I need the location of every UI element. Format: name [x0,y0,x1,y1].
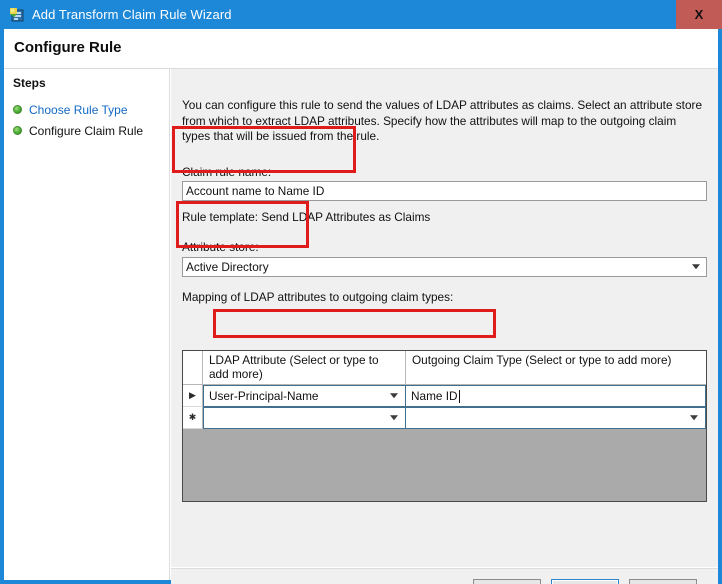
grid-header-ldap-attribute[interactable]: LDAP Attribute (Select or type to add mo… [203,351,406,384]
close-button[interactable]: X [676,0,722,29]
footer-bar: < Previous Finish Cancel [171,568,718,584]
mapping-label: Mapping of LDAP attributes to outgoing c… [182,290,454,304]
cell-outgoing-claim-type[interactable] [406,407,706,429]
grid-header-row: LDAP Attribute (Select or type to add mo… [183,351,706,385]
steps-list: Choose Rule Type Configure Claim Rule [13,99,163,141]
grid-empty-area [183,429,706,501]
cancel-button[interactable]: Cancel [629,579,697,584]
cell-ldap-attribute[interactable] [203,407,406,429]
window-body: Configure Rule Steps Choose Rule Type Co… [4,29,718,584]
wizard-icon [9,7,25,23]
step-bullet-icon [13,126,22,135]
page-header: Configure Rule [4,29,718,69]
mapping-grid[interactable]: LDAP Attribute (Select or type to add mo… [182,350,707,502]
table-row[interactable]: ▶ User-Principal-Name Name ID [183,385,706,407]
table-row[interactable]: ✱ [183,407,706,429]
title-bar: Add Transform Claim Rule Wizard X [0,0,722,29]
cell-ldap-attribute-value: User-Principal-Name [209,389,319,403]
cell-ldap-attribute[interactable]: User-Principal-Name [203,385,406,407]
wizard-window: Add Transform Claim Rule Wizard X Config… [0,0,722,584]
finish-button[interactable]: Finish [551,579,619,584]
steps-heading: Steps [13,76,46,90]
grid-header-outgoing-claim-type[interactable]: Outgoing Claim Type (Select or type to a… [406,351,706,384]
content-panel: You can configure this rule to send the … [171,69,718,567]
cell-outgoing-claim-type[interactable]: Name ID [406,385,706,407]
rule-template-text: Rule template: Send LDAP Attributes as C… [182,210,431,224]
chevron-down-icon [692,264,700,270]
attribute-store-dropdown[interactable]: Active Directory [182,257,707,277]
grid-header-selector [183,351,203,384]
page-title: Configure Rule [14,39,122,56]
chevron-down-icon [390,393,398,399]
chevron-down-icon [690,415,698,421]
attribute-store-value: Active Directory [186,260,269,274]
steps-sidebar: Steps Choose Rule Type Configure Claim R… [4,69,170,580]
row-marker-current: ▶ [183,385,203,407]
description-text: You can configure this rule to send the … [182,98,703,143]
claim-rule-name-input[interactable]: Account name to Name ID [182,181,707,201]
chevron-down-icon [390,415,398,421]
window-title: Add Transform Claim Rule Wizard [32,7,232,22]
step-bullet-icon [13,105,22,114]
claim-rule-name-label: Claim rule name: [182,165,272,179]
cell-outgoing-claim-type-value: Name ID [411,389,458,403]
sidebar-item-choose-rule-type[interactable]: Choose Rule Type [13,99,163,120]
sidebar-item-configure-claim-rule[interactable]: Configure Claim Rule [13,120,163,141]
attribute-store-label: Attribute store: [182,240,259,254]
previous-button[interactable]: < Previous [473,579,541,584]
sidebar-item-label: Choose Rule Type [29,102,128,117]
row-marker-new: ✱ [183,407,203,429]
text-caret [458,389,460,403]
sidebar-item-label: Configure Claim Rule [29,123,144,138]
